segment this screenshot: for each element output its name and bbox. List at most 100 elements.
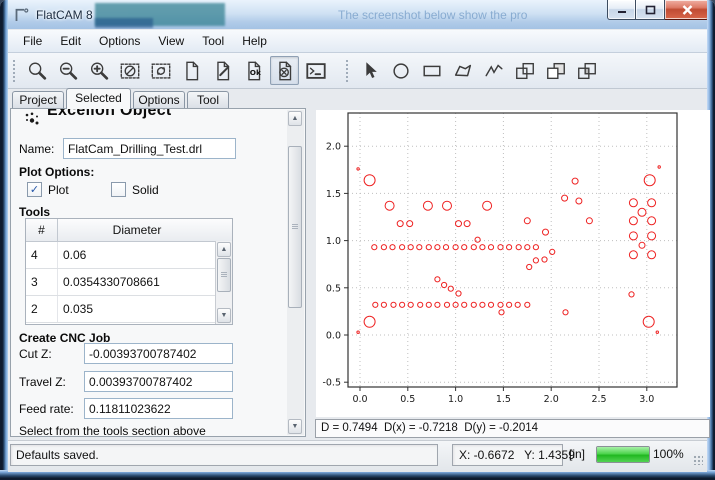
- tools-hint-text: Select from the tools section above: [19, 424, 206, 437]
- toolbar: Ok: [8, 53, 707, 89]
- window-border-left: [0, 0, 8, 480]
- cut-z-input[interactable]: [84, 343, 233, 364]
- table-header: # Diameter: [26, 219, 232, 242]
- tab-project[interactable]: Project: [12, 91, 64, 109]
- column-header-diameter[interactable]: Diameter: [58, 219, 216, 241]
- travel-z-label: Travel Z:: [19, 375, 66, 389]
- feed-rate-input[interactable]: [84, 398, 233, 419]
- travel-z-input[interactable]: [84, 371, 233, 392]
- tool-diameter-cell[interactable]: 0.06: [58, 242, 216, 268]
- menu-item-view[interactable]: View: [149, 32, 193, 50]
- draw-polygon-icon: [452, 60, 474, 82]
- tool-diameter-cell[interactable]: 0.035: [58, 296, 216, 322]
- delete-file-button[interactable]: [270, 56, 299, 85]
- edit-file-button[interactable]: [208, 56, 237, 85]
- column-header-number[interactable]: #: [26, 219, 58, 241]
- tab-tool[interactable]: Tool: [187, 91, 229, 109]
- scroll-down-arrow[interactable]: ▼: [217, 308, 231, 323]
- minimize-button[interactable]: [607, 0, 636, 20]
- svg-text:Ok: Ok: [249, 68, 261, 77]
- plot-checkbox[interactable]: ✓ Plot: [27, 182, 69, 197]
- zoom-fit-icon: [26, 60, 48, 82]
- shell-icon: [305, 60, 327, 82]
- menu-item-options[interactable]: Options: [90, 32, 149, 50]
- table-row[interactable]: 40.06: [26, 242, 232, 269]
- svg-text:1.5: 1.5: [496, 394, 511, 405]
- checkbox-empty-icon: [111, 182, 126, 197]
- intersect-icon: [576, 60, 598, 82]
- menu-item-edit[interactable]: Edit: [51, 32, 90, 50]
- flatcam-window: The screenshot below show the pro FlatCA…: [0, 0, 715, 480]
- svg-text:3.0: 3.0: [639, 394, 654, 405]
- draw-polygon-button[interactable]: [448, 56, 477, 85]
- scrollbar-thumb[interactable]: [217, 258, 231, 292]
- table-scrollbar[interactable]: ▲ ▼: [215, 241, 232, 324]
- svg-text:2.5: 2.5: [591, 394, 606, 405]
- ok-file-icon: Ok: [243, 60, 265, 82]
- progress-fill: [597, 447, 649, 462]
- background-ghost-artifact: [95, 18, 153, 28]
- svg-text:1.0: 1.0: [326, 236, 341, 247]
- zoom-out-icon: [57, 60, 79, 82]
- table-row[interactable]: 30.0354330708661: [26, 269, 232, 296]
- tool-diameter-cell[interactable]: 0.0354330708661: [58, 269, 216, 295]
- flatcam-logo-icon: [12, 6, 30, 29]
- scrollbar-thumb[interactable]: [288, 146, 302, 308]
- tab-options[interactable]: Options: [133, 91, 185, 109]
- tab-selected[interactable]: Selected: [66, 88, 131, 109]
- intersect-button[interactable]: [572, 56, 601, 85]
- svg-text:0.0: 0.0: [326, 331, 341, 342]
- subtract-button[interactable]: [541, 56, 570, 85]
- clear-plot-button[interactable]: [115, 56, 144, 85]
- subtract-icon: [545, 60, 567, 82]
- new-file-button[interactable]: [177, 56, 206, 85]
- svg-text:-0.5: -0.5: [322, 378, 341, 389]
- toolbar-drag-handle[interactable]: [345, 59, 349, 83]
- tool-number-cell[interactable]: 4: [26, 242, 58, 268]
- scroll-up-arrow[interactable]: ▲: [217, 242, 231, 257]
- edit-file-icon: [212, 60, 234, 82]
- table-row[interactable]: 20.035: [26, 296, 232, 323]
- panel-scrollbar[interactable]: ▲ ▼: [287, 110, 304, 435]
- shell-button[interactable]: [301, 56, 330, 85]
- ok-file-button[interactable]: Ok: [239, 56, 268, 85]
- svg-text:2.0: 2.0: [326, 142, 341, 153]
- zoom-in-button[interactable]: [84, 56, 113, 85]
- menu-item-help[interactable]: Help: [233, 32, 276, 50]
- union-button[interactable]: [510, 56, 539, 85]
- tools-table: # Diameter 40.0630.035433070866120.035 ▲…: [25, 218, 233, 325]
- svg-text:0.5: 0.5: [400, 394, 415, 405]
- tool-number-cell[interactable]: 2: [26, 296, 58, 322]
- zoom-out-button[interactable]: [53, 56, 82, 85]
- checkbox-check-icon: ✓: [27, 182, 42, 197]
- draw-path-button[interactable]: [479, 56, 508, 85]
- draw-rectangle-button[interactable]: [417, 56, 446, 85]
- clear-plot-icon: [119, 60, 141, 82]
- close-button[interactable]: [665, 0, 710, 20]
- svg-text:1.0: 1.0: [448, 394, 463, 405]
- tool-number-cell[interactable]: 3: [26, 269, 58, 295]
- panel-title: Excellon Object: [47, 108, 172, 120]
- minimize-icon: [617, 5, 627, 14]
- toolbar-drag-handle[interactable]: [12, 59, 16, 83]
- status-message: Defaults saved.: [10, 444, 438, 466]
- replot-button[interactable]: [146, 56, 175, 85]
- maximize-button[interactable]: [636, 0, 665, 20]
- pointer-button[interactable]: [355, 56, 384, 85]
- zoom-fit-button[interactable]: [22, 56, 51, 85]
- background-ghost-text: The screenshot below show the pro: [338, 8, 527, 22]
- scroll-up-arrow[interactable]: ▲: [288, 111, 302, 126]
- plot-canvas[interactable]: 0.00.51.01.52.02.53.0-0.50.00.51.01.52.0: [316, 110, 710, 417]
- draw-circle-button[interactable]: [386, 56, 415, 85]
- menu-item-file[interactable]: File: [14, 32, 51, 50]
- delta-readout: D = 0.7494 D(x) = -0.7218 D(y) = -0.2014: [315, 419, 710, 438]
- scroll-down-arrow[interactable]: ▼: [288, 419, 302, 434]
- solid-checkbox[interactable]: Solid: [111, 182, 159, 197]
- name-input[interactable]: [63, 138, 236, 159]
- menu-item-tool[interactable]: Tool: [193, 32, 233, 50]
- plot-options-label: Plot Options:: [19, 165, 94, 179]
- resize-grip-icon[interactable]: [693, 455, 703, 465]
- svg-text:0.0: 0.0: [352, 394, 367, 405]
- title-bar[interactable]: The screenshot below show the pro FlatCA…: [0, 0, 715, 30]
- svg-text:2.0: 2.0: [544, 394, 559, 405]
